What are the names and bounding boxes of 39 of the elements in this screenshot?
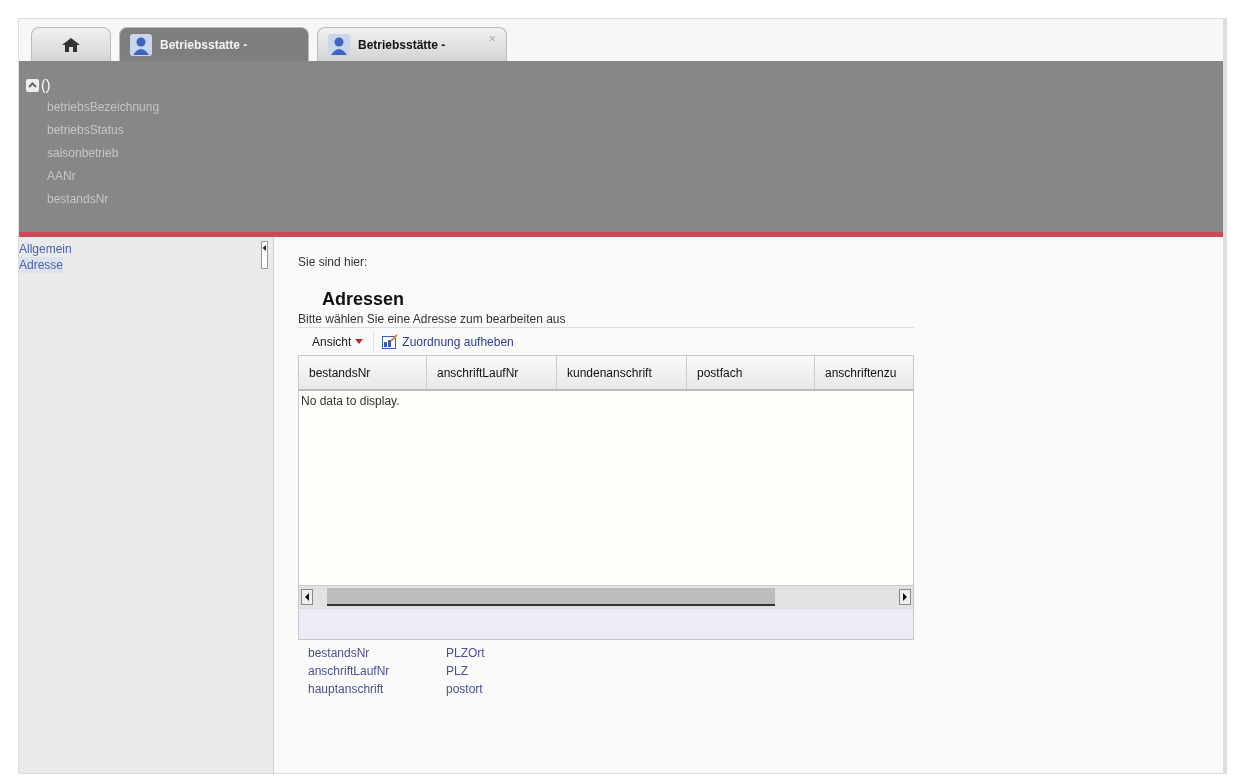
detail-value: PLZOrt — [446, 646, 485, 660]
breadcrumb: Sie sind hier: — [298, 255, 369, 269]
person-icon — [130, 33, 152, 56]
empty-message: No data to display. — [300, 393, 401, 410]
detail-label: bestandsNr — [308, 646, 371, 660]
column-header[interactable]: anschriftenzu — [815, 356, 913, 389]
unassign-button[interactable]: Zuordnung aufheben — [374, 334, 522, 349]
column-header[interactable]: kundenanschrift — [557, 356, 687, 389]
sidebar-link[interactable]: Adresse — [19, 257, 64, 273]
collapse-handle[interactable] — [261, 241, 268, 269]
scroll-left-icon[interactable] — [301, 589, 313, 605]
collapse-icon[interactable] — [26, 78, 39, 92]
scroll-thumb[interactable] — [327, 588, 775, 606]
edit-icon — [382, 334, 399, 349]
section-title: Adressen — [322, 289, 406, 310]
field-label: betriebsStatus — [47, 122, 125, 139]
column-header[interactable]: bestandsNr — [299, 356, 427, 389]
detail-value: PLZ — [446, 664, 469, 678]
horizontal-scrollbar[interactable] — [299, 585, 913, 608]
home-icon — [61, 36, 81, 53]
person-icon — [328, 33, 350, 56]
field-label: betriebsBezeichnung — [47, 99, 161, 116]
view-menu[interactable]: Ansicht — [298, 330, 375, 353]
field-label: AANr — [47, 168, 77, 185]
detail-value: postort — [446, 682, 484, 696]
instruction-text: Bitte wählen Sie eine Adresse zum bearbeiten aus — [298, 312, 914, 328]
record-tab[interactable]: Betriebsstatte - — [119, 27, 309, 61]
header-title: () — [41, 77, 51, 93]
detail-label: anschriftLaufNr — [308, 664, 391, 678]
scroll-right-icon[interactable] — [899, 589, 911, 605]
detail-label: hauptanschrift — [308, 682, 385, 696]
record-tab[interactable]: Betriebsstätte - × — [317, 27, 507, 61]
column-header[interactable]: anschriftLaufNr — [427, 356, 557, 389]
column-header[interactable]: postfach — [687, 356, 815, 389]
field-label: saisonbetrieb — [47, 145, 120, 162]
field-label: bestandsNr — [47, 191, 110, 208]
caret-icon — [355, 338, 364, 345]
home-tab[interactable] — [31, 27, 111, 61]
sidebar-link[interactable]: Allgemein — [19, 241, 72, 257]
